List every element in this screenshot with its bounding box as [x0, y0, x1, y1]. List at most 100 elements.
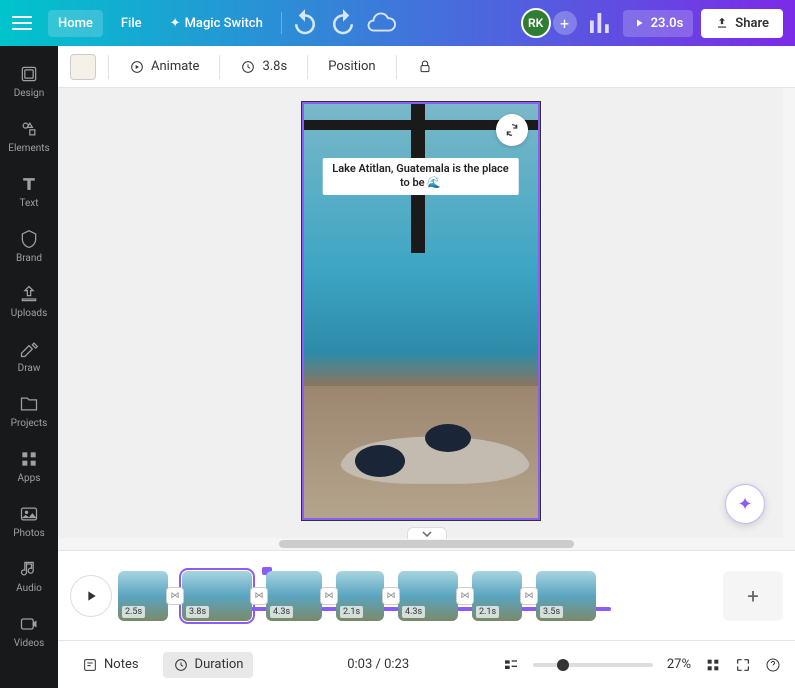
sidebar-item-draw[interactable]: Draw: [0, 329, 58, 384]
timeline-clip[interactable]: 3.5s: [536, 571, 596, 621]
chevron-down-icon: [422, 531, 432, 537]
sparkle-icon: ✦: [170, 16, 181, 31]
total-duration-label: 23.0s: [651, 16, 684, 31]
clip-duration-label: 2.1s: [340, 606, 363, 618]
grid-view-icon[interactable]: [705, 657, 721, 673]
timeline-clip[interactable]: 4.3s: [266, 571, 322, 621]
sidebar-label: Design: [14, 88, 45, 99]
regenerate-button[interactable]: [496, 114, 528, 146]
view-list-icon[interactable]: [503, 657, 519, 673]
canvas-area[interactable]: Lake Atitlan, Guatemala is the place to …: [58, 88, 783, 538]
timeline-clip[interactable]: 2.5s: [118, 571, 168, 621]
clip-duration-label: 3.5s: [540, 606, 563, 618]
sidebar-item-design[interactable]: Design: [0, 54, 58, 109]
canvas-frame[interactable]: Lake Atitlan, Guatemala is the place to …: [302, 102, 540, 520]
workspace: Animate 3.8s Position: [58, 46, 795, 688]
add-member-button[interactable]: +: [553, 11, 577, 35]
clock-icon: [173, 657, 189, 673]
share-icon: [715, 16, 729, 30]
menu-icon[interactable]: [12, 16, 32, 30]
sparkle-icon: ✦: [737, 494, 752, 515]
transition-button[interactable]: ⋈: [320, 587, 338, 605]
redo-button[interactable]: [328, 8, 358, 38]
vertical-scrollbar[interactable]: [783, 88, 795, 538]
transition-button[interactable]: ⋈: [382, 587, 400, 605]
sidebar-item-uploads[interactable]: Uploads: [0, 274, 58, 329]
duration-button[interactable]: Duration: [163, 652, 254, 678]
magic-switch-label: Magic Switch: [185, 16, 263, 31]
top-bar: Home File ✦ Magic Switch RK + 23.0s Shar…: [0, 0, 795, 46]
share-label: Share: [735, 16, 769, 31]
sidebar-label: Videos: [14, 638, 45, 649]
bottom-bar: Notes Duration 0:03 / 0:23 27%: [58, 640, 795, 688]
clip-duration-label: 4.3s: [402, 606, 425, 618]
timeline-clip[interactable]: 2.1s: [472, 571, 522, 621]
help-icon[interactable]: [765, 657, 781, 673]
context-toolbar: Animate 3.8s Position: [58, 46, 795, 88]
nav-magic-switch[interactable]: ✦ Magic Switch: [160, 10, 273, 37]
sidebar-label: Photos: [13, 528, 45, 539]
timeline-clip[interactable]: 2.1s: [336, 571, 384, 621]
canvas-caption[interactable]: Lake Atitlan, Guatemala is the place to …: [322, 158, 519, 195]
refresh-icon: [504, 122, 520, 138]
transition-button[interactable]: ⋈: [456, 587, 474, 605]
animate-icon: [129, 59, 145, 75]
notes-icon: [82, 657, 98, 673]
undo-button[interactable]: [290, 8, 320, 38]
timeline-collapse-toggle[interactable]: [407, 527, 447, 539]
sidebar-label: Elements: [8, 143, 49, 154]
playback-time: 0:03 / 0:23: [347, 657, 409, 672]
timeline: 2.5s⋈3.8s⋈4.3s⋈2.1s⋈4.3s⋈2.1s⋈3.5s +: [58, 550, 795, 640]
sidebar-item-apps[interactable]: Apps: [0, 439, 58, 494]
animate-button[interactable]: Animate: [121, 55, 207, 79]
present-button[interactable]: 23.0s: [623, 10, 694, 37]
lock-icon: [417, 59, 433, 75]
sidebar-item-projects[interactable]: Projects: [0, 384, 58, 439]
sidebar-item-photos[interactable]: Photos: [0, 494, 58, 549]
sidebar-label: Projects: [11, 418, 48, 429]
background-color-swatch[interactable]: [70, 54, 96, 80]
timeline-clip[interactable]: 4.3s: [398, 571, 458, 621]
clip-duration-label: 2.5s: [122, 606, 145, 618]
sidebar-label: Apps: [18, 473, 41, 484]
animate-label: Animate: [151, 59, 199, 74]
sidebar-item-videos[interactable]: Videos: [0, 604, 58, 659]
sidebar-label: Audio: [16, 583, 42, 594]
sidebar-item-audio[interactable]: Audio: [0, 549, 58, 604]
analytics-icon[interactable]: [585, 8, 615, 38]
ai-assist-button[interactable]: ✦: [725, 484, 765, 524]
timeline-play-button[interactable]: [70, 575, 112, 617]
nav-file[interactable]: File: [111, 10, 152, 37]
position-button[interactable]: Position: [320, 55, 383, 78]
sidebar-item-elements[interactable]: Elements: [0, 109, 58, 164]
zoom-level: 27%: [667, 657, 691, 672]
sidebar-label: Uploads: [11, 308, 47, 319]
sidebar-item-brand[interactable]: Brand: [0, 219, 58, 274]
notes-button[interactable]: Notes: [72, 652, 149, 678]
transition-button[interactable]: ⋈: [250, 587, 268, 605]
add-page-button[interactable]: +: [723, 571, 783, 621]
clip-duration-button[interactable]: 3.8s: [232, 55, 295, 79]
lock-button[interactable]: [409, 55, 441, 79]
timeline-clip[interactable]: 3.8s: [182, 571, 252, 621]
clip-duration-label: 3.8s: [262, 59, 287, 74]
nav-home[interactable]: Home: [48, 10, 103, 37]
horizontal-scrollbar[interactable]: [58, 538, 795, 550]
clip-duration-label: 3.8s: [186, 606, 209, 618]
transition-button[interactable]: ⋈: [166, 587, 184, 605]
play-icon: [83, 588, 99, 604]
position-label: Position: [328, 59, 375, 74]
fullscreen-icon[interactable]: [735, 657, 751, 673]
cloud-sync-icon[interactable]: [366, 8, 396, 38]
transition-button[interactable]: ⋈: [520, 587, 538, 605]
sidebar-item-text[interactable]: Text: [0, 164, 58, 219]
clip-duration-label: 2.1s: [476, 606, 499, 618]
duration-label: Duration: [195, 657, 244, 672]
avatar[interactable]: RK: [521, 8, 551, 38]
share-button[interactable]: Share: [701, 9, 783, 38]
zoom-slider[interactable]: [533, 663, 653, 667]
left-sidebar: Design Elements Text Brand Uploads Draw …: [0, 46, 58, 688]
notes-label: Notes: [104, 657, 139, 672]
sidebar-label: Text: [19, 198, 38, 209]
sidebar-label: Brand: [16, 253, 42, 264]
